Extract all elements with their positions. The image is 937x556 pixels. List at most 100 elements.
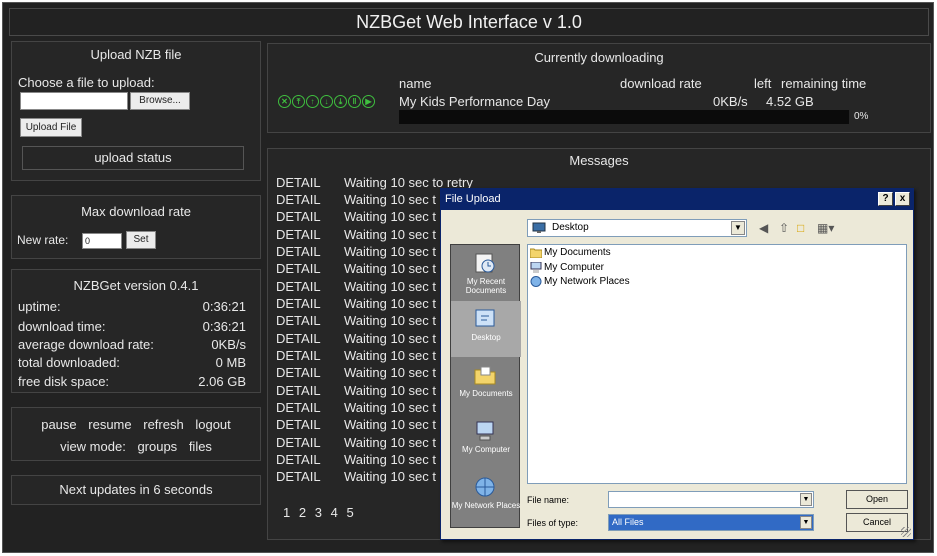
file-item-label: My Computer bbox=[544, 262, 605, 273]
place-my-documents[interactable]: My Documents bbox=[451, 357, 521, 413]
file-path-input[interactable] bbox=[20, 92, 128, 110]
page-link[interactable]: 1 bbox=[283, 505, 290, 520]
chevron-down-icon[interactable]: ▼ bbox=[800, 516, 812, 529]
resume-icon[interactable]: ▶ bbox=[362, 95, 375, 108]
cancel-icon[interactable]: ✕ bbox=[278, 95, 291, 108]
file-item-my-network-places[interactable]: My Network Places bbox=[530, 275, 630, 289]
stat-label: total downloaded: bbox=[18, 355, 120, 370]
message-level: DETAIL bbox=[276, 435, 321, 450]
chevron-down-icon[interactable]: ▼ bbox=[800, 493, 812, 506]
chevron-down-icon[interactable]: ▼ bbox=[731, 221, 745, 235]
progress-bar bbox=[399, 110, 849, 124]
file-item-my-documents[interactable]: My Documents bbox=[530, 246, 611, 260]
back-icon[interactable]: ◀ bbox=[759, 221, 768, 235]
recent-documents-icon bbox=[475, 253, 495, 273]
file-list: My Documents My Computer My Network Plac… bbox=[527, 244, 907, 484]
move-down-icon[interactable]: ↓ bbox=[320, 95, 333, 108]
places-bar: My Recent Documents Desktop My Documents… bbox=[450, 244, 521, 528]
stat-value: 0:36:21 bbox=[202, 319, 246, 334]
page-link[interactable]: 4 bbox=[331, 505, 338, 520]
views-menu-icon[interactable]: ▦▾ bbox=[817, 221, 834, 235]
stat-value: 0:36:21 bbox=[202, 299, 246, 314]
place-recent-documents[interactable]: My Recent Documents bbox=[451, 245, 521, 301]
resume-link[interactable]: resume bbox=[88, 417, 131, 432]
col-remaining-header: remaining time bbox=[781, 76, 867, 91]
help-button[interactable]: ? bbox=[878, 192, 893, 206]
place-my-network-places[interactable]: My Network Places bbox=[451, 469, 521, 525]
up-folder-icon[interactable]: ⇧ bbox=[779, 221, 789, 235]
place-my-computer[interactable]: My Computer bbox=[451, 413, 521, 469]
download-action-icons: ✕ ⤒ ↑ ↓ ⤓ ‖ ▶ bbox=[278, 95, 375, 108]
network-places-icon bbox=[475, 477, 495, 497]
logout-link[interactable]: logout bbox=[195, 417, 230, 432]
download-rate: 0KB/s bbox=[713, 94, 748, 109]
refresh-link[interactable]: refresh bbox=[143, 417, 183, 432]
choose-file-label: Choose a file to upload: bbox=[18, 75, 155, 90]
open-button[interactable]: Open bbox=[846, 490, 908, 509]
control-links: pause resume refresh logout bbox=[12, 417, 260, 432]
close-button[interactable]: x bbox=[895, 192, 910, 206]
upload-file-button[interactable]: Upload File bbox=[20, 118, 82, 137]
messages-title: Messages bbox=[569, 153, 629, 168]
message-level: DETAIL bbox=[276, 209, 321, 224]
message-text: Waiting 10 sec t bbox=[344, 469, 437, 484]
message-level: DETAIL bbox=[276, 331, 321, 346]
rate-input[interactable]: 0 bbox=[82, 233, 122, 249]
page-link[interactable]: 3 bbox=[315, 505, 322, 520]
progress-percent: 0% bbox=[854, 111, 869, 122]
message-text: Waiting 10 sec t bbox=[344, 227, 437, 242]
place-label: My Documents bbox=[459, 389, 513, 398]
message-level: DETAIL bbox=[276, 313, 321, 328]
download-name: My Kids Performance Day bbox=[399, 94, 550, 109]
message-text: Waiting 10 sec t bbox=[344, 348, 437, 363]
stat-label: download time: bbox=[18, 319, 106, 334]
file-type-select[interactable]: All Files ▼ bbox=[608, 514, 814, 531]
rate-panel: Max download rate New rate: 0 Set bbox=[11, 195, 261, 259]
desktop-icon bbox=[532, 222, 546, 233]
message-text: Waiting 10 sec t bbox=[344, 313, 437, 328]
download-panel: Currently downloading name download rate… bbox=[267, 43, 931, 133]
stat-label: average download rate: bbox=[18, 337, 154, 352]
file-type-value: All Files bbox=[612, 517, 644, 527]
move-up-icon[interactable]: ↑ bbox=[306, 95, 319, 108]
groups-link[interactable]: groups bbox=[137, 439, 177, 454]
page-link[interactable]: 5 bbox=[346, 505, 353, 520]
browse-button[interactable]: Browse... bbox=[130, 92, 190, 110]
set-rate-button[interactable]: Set bbox=[126, 231, 156, 249]
look-in-select[interactable]: Desktop ▼ bbox=[527, 219, 747, 237]
place-label: My Recent Documents bbox=[465, 277, 507, 295]
upload-title: Upload NZB file bbox=[90, 47, 182, 62]
controls-panel: pause resume refresh logout view mode: g… bbox=[11, 407, 261, 461]
message-level: DETAIL bbox=[276, 417, 321, 432]
upload-status: upload status bbox=[22, 146, 244, 170]
stat-value: 0KB/s bbox=[211, 337, 246, 352]
page-title: NZBGet Web Interface v 1.0 bbox=[9, 8, 929, 36]
page-link[interactable]: 2 bbox=[299, 505, 306, 520]
place-label: Desktop bbox=[471, 333, 501, 342]
cancel-button[interactable]: Cancel bbox=[846, 513, 908, 532]
move-top-icon[interactable]: ⤒ bbox=[292, 95, 305, 108]
file-item-my-computer[interactable]: My Computer bbox=[530, 261, 604, 275]
file-name-input[interactable]: ▼ bbox=[608, 491, 814, 508]
network-icon bbox=[530, 276, 542, 287]
pagination: 1 2 3 4 5 bbox=[283, 505, 359, 520]
move-bottom-icon[interactable]: ⤓ bbox=[334, 95, 347, 108]
stat-label: uptime: bbox=[18, 299, 61, 314]
my-computer-icon bbox=[476, 421, 494, 441]
place-desktop[interactable]: Desktop bbox=[451, 301, 521, 357]
stat-label: free disk space: bbox=[18, 374, 110, 389]
message-level: DETAIL bbox=[276, 400, 321, 415]
desktop-icon bbox=[475, 309, 495, 327]
view-mode-line: view mode: groups files bbox=[12, 439, 260, 454]
resize-grip[interactable] bbox=[901, 527, 911, 537]
pause-icon[interactable]: ‖ bbox=[348, 95, 361, 108]
new-folder-icon[interactable]: □ bbox=[797, 221, 804, 235]
computer-icon bbox=[530, 262, 542, 273]
message-text: Waiting 10 sec t bbox=[344, 244, 437, 259]
rate-title: Max download rate bbox=[81, 204, 191, 219]
pause-link[interactable]: pause bbox=[41, 417, 76, 432]
dialog-titlebar[interactable]: File Upload ? x bbox=[441, 189, 913, 210]
download-left: 4.52 GB bbox=[766, 94, 814, 109]
message-level: DETAIL bbox=[276, 244, 321, 259]
files-link[interactable]: files bbox=[189, 439, 212, 454]
